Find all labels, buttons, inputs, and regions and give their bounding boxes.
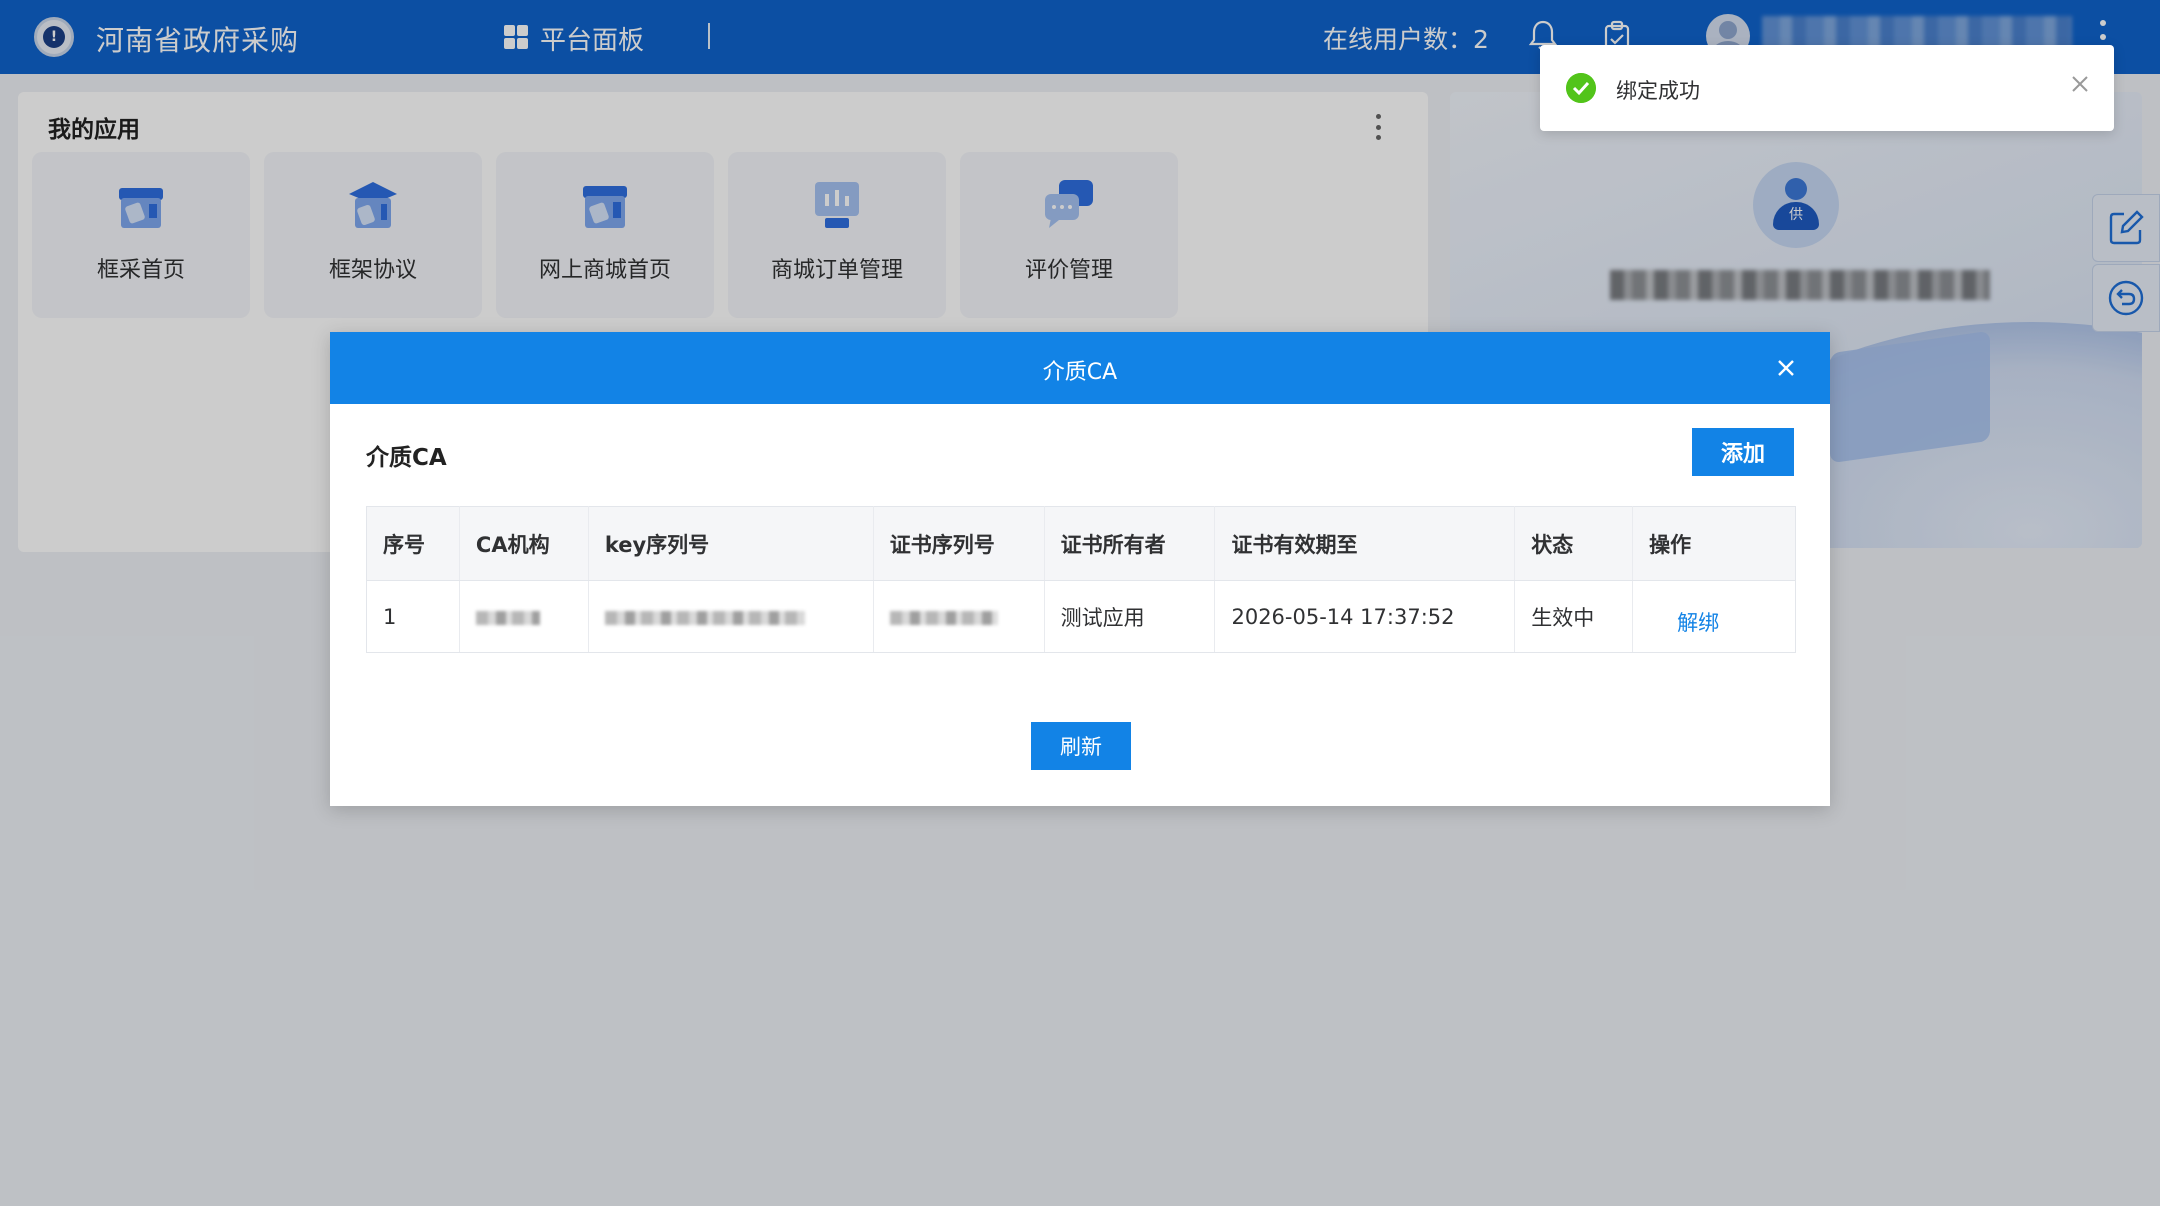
column-header: 证书所有者 [1044, 506, 1216, 581]
close-icon[interactable] [1770, 352, 1802, 384]
section-title: 介质CA [366, 445, 447, 471]
unbind-link[interactable]: 解绑 [1677, 607, 1719, 637]
redacted-value [889, 610, 998, 625]
redacted-value [604, 610, 805, 625]
refresh-button[interactable]: 刷新 [1031, 722, 1131, 770]
cell-action: 解绑 [1632, 580, 1796, 653]
table-row: 1 测试应用 2026-05-14 17:37:52 生效中 解绑 [366, 580, 1796, 653]
dialog-header: 介质CA [330, 332, 1830, 404]
column-header: 证书序列号 [873, 506, 1045, 581]
cell-cert-serial [873, 580, 1045, 653]
column-header: 状态 [1514, 506, 1634, 581]
column-header: 证书有效期至 [1214, 506, 1516, 581]
close-icon[interactable] [2070, 74, 2090, 94]
add-button[interactable]: 添加 [1692, 428, 1794, 476]
cell-valid-until: 2026-05-14 17:37:52 [1214, 580, 1516, 653]
column-header: key序列号 [588, 506, 874, 581]
cell-index: 1 [366, 580, 460, 653]
cell-cert-owner: 测试应用 [1044, 580, 1216, 653]
cell-ca-org [459, 580, 589, 653]
success-toast: 绑定成功 [1540, 45, 2114, 131]
table-header-row: 序号 CA机构 key序列号 证书序列号 证书所有者 证书有效期至 状态 操作 [366, 506, 1796, 581]
column-header: CA机构 [459, 506, 589, 581]
success-check-icon [1566, 73, 1596, 103]
media-ca-dialog: 介质CA 介质CA 添加 序号 CA机构 key序列号 证书序列号 证书所有者 … [330, 332, 1830, 806]
ca-table: 序号 CA机构 key序列号 证书序列号 证书所有者 证书有效期至 状态 操作 … [366, 506, 1796, 653]
column-header: 序号 [366, 506, 460, 581]
cell-status: 生效中 [1514, 580, 1634, 653]
column-header: 操作 [1632, 506, 1796, 581]
cell-key-serial [588, 580, 874, 653]
dialog-title: 介质CA [1042, 360, 1118, 385]
redacted-value [475, 610, 540, 625]
toast-message: 绑定成功 [1616, 79, 1700, 103]
